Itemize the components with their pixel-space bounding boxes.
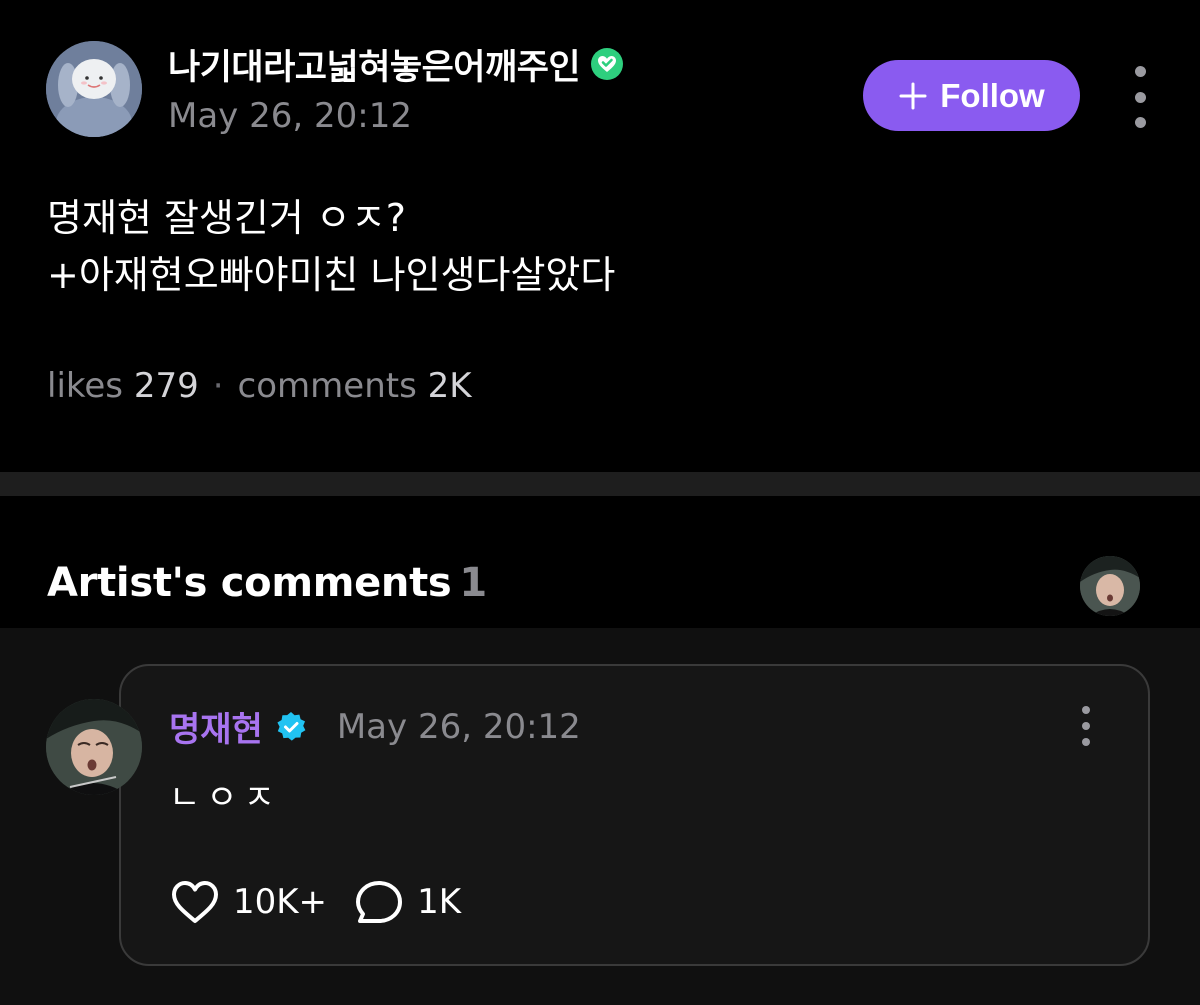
more-dot (1082, 738, 1090, 746)
artist-comments-count: 1 (459, 560, 487, 606)
comment-reply-count: 1K (417, 882, 461, 922)
comment-like-button[interactable]: 10K+ (169, 878, 327, 926)
artist-comments-title-text: Artist's comments (47, 560, 452, 606)
post-body-line: 명재현 잘생긴거 ㅇㅈ? (47, 196, 406, 240)
more-dot (1134, 91, 1146, 103)
author-row: 나기대라고넓혀놓은어깨주인 (168, 38, 624, 90)
comment-timestamp: May 26, 20:12 (336, 706, 581, 747)
comment-like-count: 10K+ (233, 882, 328, 922)
likes-count: 279 (133, 366, 199, 406)
artist-avatar-small[interactable] (1080, 556, 1140, 616)
post: 나기대라고넓혀놓은어깨주인 May 26, 20:12 Follow 명재현 잘… (0, 0, 1200, 472)
more-dot (1082, 722, 1090, 730)
post-body: 명재현 잘생긴거 ㅇㅈ? +아재현오빠야미친 나인생다살았다 (47, 190, 615, 304)
comment-reply-button[interactable]: 1K (353, 878, 461, 926)
heart-outline-icon (169, 878, 221, 926)
follow-button[interactable]: Follow (863, 60, 1080, 131)
more-dot (1134, 66, 1146, 77)
artist-comment-card: 명재현 May 26, 20:12 ㄴㅇㅈ 10K+ 1K (119, 664, 1150, 966)
artist-comments-title: Artist's comments 1 (47, 560, 487, 606)
comments-label: comments (237, 366, 417, 406)
artist-avatar-image (46, 699, 142, 795)
section-divider (0, 472, 1200, 496)
comment-text: ㄴㅇㅈ (169, 778, 281, 818)
more-dot (1134, 117, 1146, 128)
comment-header: 명재현 May 26, 20:12 (169, 702, 581, 751)
speech-bubble-icon (353, 878, 405, 926)
plus-icon (898, 81, 928, 111)
post-stats: likes 279 · comments 2K (47, 366, 472, 406)
more-dot (1082, 706, 1090, 714)
blue-verified-badge-icon (275, 711, 307, 743)
likes-stat[interactable]: likes 279 (47, 366, 199, 406)
more-options-icon[interactable] (1122, 66, 1158, 128)
post-body-line: +아재현오빠야미친 나인생다살았다 (47, 253, 616, 297)
comments-stat[interactable]: comments 2K (238, 366, 472, 406)
author-name[interactable]: 나기대라고넓혀놓은어깨주인 (168, 39, 581, 90)
likes-label: likes (47, 366, 124, 406)
green-heart-check-badge-icon (590, 47, 624, 81)
post-timestamp: May 26, 20:12 (168, 96, 412, 136)
comment-actions: 10K+ 1K (169, 878, 461, 926)
artist-comments-header: Artist's comments 1 (0, 496, 1200, 628)
comment-more-options-icon[interactable] (1074, 706, 1098, 746)
artist-avatar-small-image (1080, 556, 1140, 616)
artist-avatar[interactable] (46, 699, 142, 795)
follow-button-label: Follow (940, 76, 1045, 114)
comment-author-name[interactable]: 명재현 (169, 702, 263, 751)
author-avatar[interactable] (46, 41, 142, 137)
comments-count: 2K (427, 366, 472, 406)
stats-separator: · (212, 366, 224, 406)
author-avatar-image (46, 41, 142, 137)
